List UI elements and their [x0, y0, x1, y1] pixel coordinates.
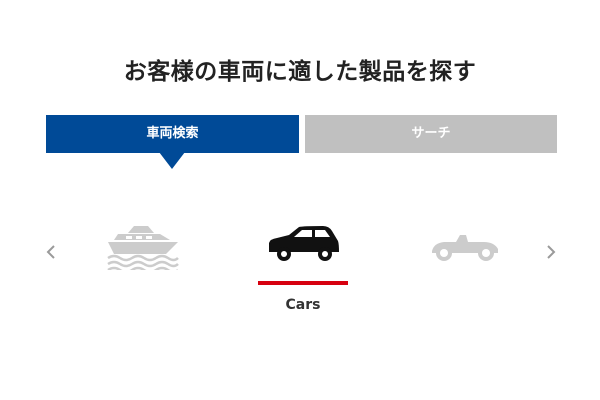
selected-vehicle-label: Cars	[285, 297, 321, 313]
chevron-right-icon[interactable]	[542, 238, 560, 266]
selected-vehicle-underline	[258, 281, 348, 285]
tab-vehicle-search[interactable]: 車両検索	[46, 115, 299, 153]
vehicle-search-page: お客様の車両に適した製品を探す 車両検索 サーチ Cars	[0, 0, 600, 400]
tab-search[interactable]: サーチ	[305, 115, 557, 153]
boat-icon[interactable]	[104, 218, 180, 270]
active-tab-pointer	[159, 152, 185, 169]
chevron-left-icon[interactable]	[42, 238, 60, 266]
car-icon[interactable]	[265, 226, 341, 262]
classic-car-icon[interactable]	[426, 229, 502, 263]
page-title: お客様の車両に適した製品を探す	[123, 59, 477, 85]
